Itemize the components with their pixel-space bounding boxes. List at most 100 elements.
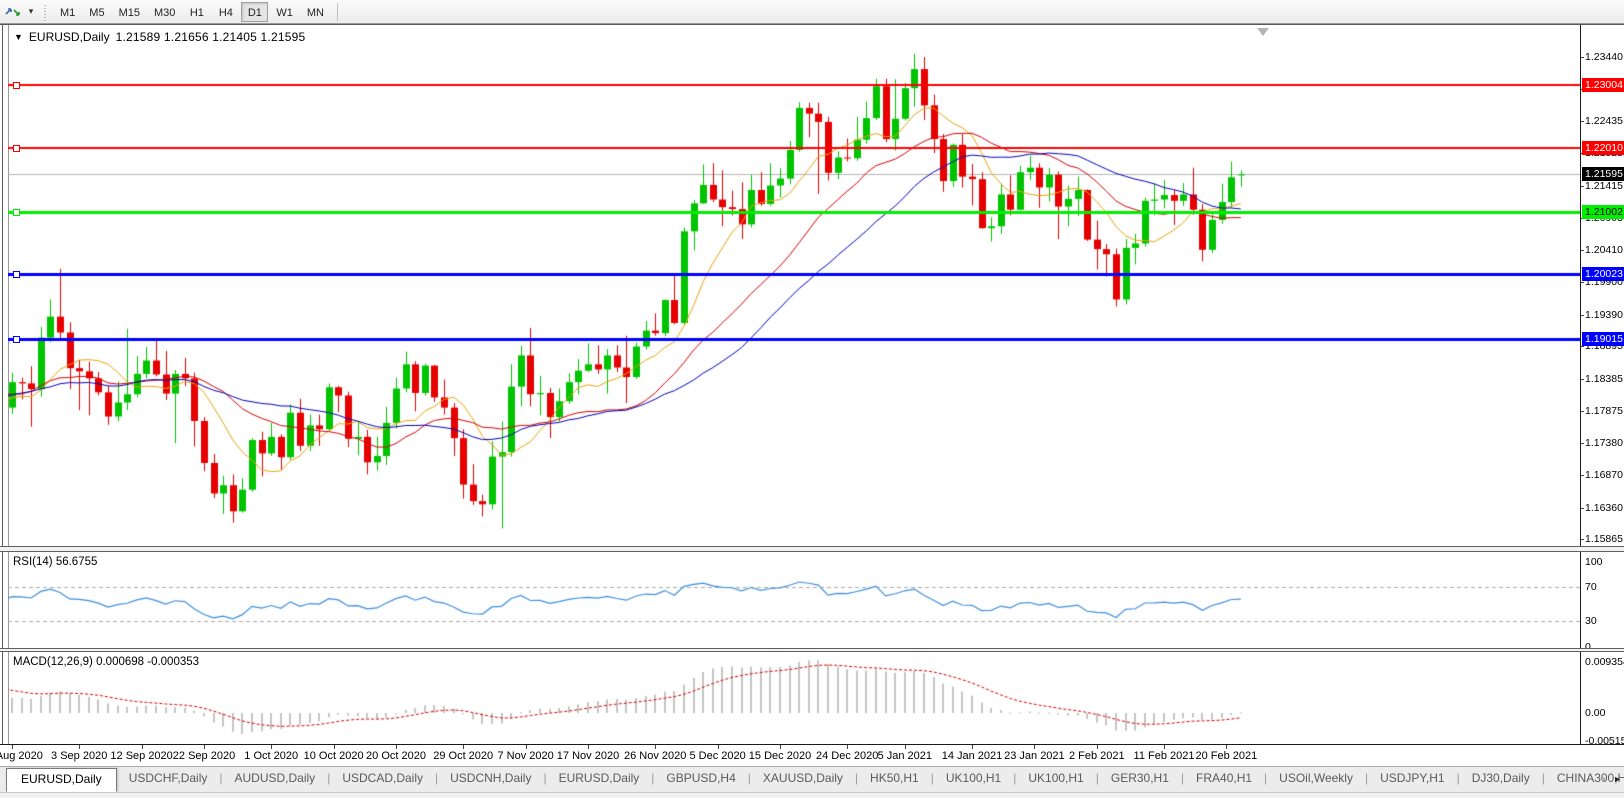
rsi-level-label: 100: [1585, 556, 1603, 568]
price-axis[interactable]: 1.234401.229301.224351.219251.214151.209…: [1580, 25, 1624, 744]
hline-handle[interactable]: [13, 336, 20, 343]
window-menu-icon[interactable]: ▼: [14, 32, 23, 42]
date-tick-label: 10 Oct 2020: [304, 750, 364, 762]
date-tick-mark: [526, 745, 527, 749]
chart-tab-gbpusd-h4[interactable]: GBPUSD,H4: [654, 767, 747, 790]
period-button-h4[interactable]: H4: [212, 2, 239, 22]
date-tick-label: 7 Nov 2020: [497, 750, 553, 762]
date-tick-mark: [905, 745, 906, 749]
panel-splitter-macd[interactable]: [0, 648, 1624, 652]
chart-shift-marker-icon[interactable]: [1257, 28, 1269, 36]
chart-tab-hk50-h1[interactable]: HK50,H1: [858, 767, 931, 790]
hline-handle[interactable]: [13, 209, 20, 216]
tab-scroll-left-icon[interactable]: ◂: [1600, 774, 1605, 785]
chart-tab-ger30-h1[interactable]: GER30,H1: [1099, 767, 1181, 790]
mt4-terminal: ▾ M1M5M15M30H1H4D1W1MN ▼ EURUSD,Daily 1.…: [0, 0, 1624, 798]
price-tick-mark: [1581, 315, 1584, 316]
toolbar-separator: [337, 3, 338, 21]
price-tick-mark: [1581, 346, 1584, 347]
chart-tab-usoil-weekly[interactable]: USOil,Weekly: [1267, 767, 1365, 790]
date-tick-label: 23 Jan 2021: [1004, 750, 1065, 762]
date-tick-mark: [847, 745, 848, 749]
macd-panel-chart[interactable]: [8, 652, 1580, 744]
price-tick-mark: [1581, 443, 1584, 444]
chart-tab-fra40-h1[interactable]: FRA40,H1: [1184, 767, 1264, 790]
panel-splitter-rsi[interactable]: [0, 546, 1624, 552]
price-line-label: 1.23004: [1582, 78, 1624, 92]
chart-tab-usdjpy-h1[interactable]: USDJPY,H1: [1368, 767, 1456, 790]
date-tick-mark: [271, 745, 272, 749]
chart-windows-icon[interactable]: [2, 2, 24, 22]
date-tick-label: 12 Sep 2020: [110, 750, 172, 762]
price-tick-label: 1.17380: [1585, 437, 1623, 449]
price-line-label: 1.21595: [1582, 167, 1624, 181]
date-tick-mark: [718, 745, 719, 749]
rsi-level-label: 70: [1585, 581, 1597, 593]
date-tick-mark: [12, 745, 13, 749]
date-tick-mark: [655, 745, 656, 749]
rsi-panel-chart[interactable]: [8, 552, 1580, 648]
hline-handle[interactable]: [13, 271, 20, 278]
period-button-w1[interactable]: W1: [270, 2, 299, 22]
date-tick-mark: [334, 745, 335, 749]
tab-scroll-buttons: ◂ ▸: [1600, 774, 1620, 785]
price-line-label: 1.22010: [1582, 141, 1624, 155]
chart-ohlc-quote: 1.21589 1.21656 1.21405 1.21595: [116, 30, 306, 44]
price-tick-label: 1.21415: [1585, 180, 1623, 192]
date-tick-mark: [396, 745, 397, 749]
price-tick-label: 1.16870: [1585, 469, 1623, 481]
price-tick-mark: [1581, 379, 1584, 380]
chart-tab-uk100-h1[interactable]: UK100,H1: [934, 767, 1013, 790]
timeframe-toolbar: ▾ M1M5M15M30H1H4D1W1MN: [0, 0, 1624, 24]
date-tick-mark: [972, 745, 973, 749]
period-button-d1[interactable]: D1: [241, 2, 268, 22]
date-tick-label: 22 Sep 2020: [173, 750, 235, 762]
rsi-level-label: 30: [1585, 615, 1597, 627]
price-tick-mark: [1581, 121, 1584, 122]
period-button-m1[interactable]: M1: [54, 2, 81, 22]
hline-handle[interactable]: [13, 145, 20, 152]
date-tick-mark: [780, 745, 781, 749]
chart-tab-eurusd-daily[interactable]: EURUSD,Daily: [6, 768, 117, 792]
date-tick-mark: [1097, 745, 1098, 749]
chevron-down-icon[interactable]: ▾: [24, 6, 38, 17]
chart-tab-xauusd-daily[interactable]: XAUUSD,Daily: [751, 767, 855, 790]
tab-scroll-right-icon[interactable]: ▸: [1615, 774, 1620, 785]
hline-handle[interactable]: [13, 82, 20, 89]
date-tick-label: 26 Nov 2020: [624, 750, 686, 762]
chart-tab-dj30-daily[interactable]: DJ30,Daily: [1460, 767, 1542, 790]
date-tick-label: 29 Oct 2020: [433, 750, 493, 762]
chart-tab-audusd-daily[interactable]: AUDUSD,Daily: [223, 767, 328, 790]
toolbar-grip[interactable]: [42, 3, 49, 21]
main-price-chart[interactable]: [8, 25, 1580, 546]
chart-tab-usdcnh-daily[interactable]: USDCNH,Daily: [438, 767, 543, 790]
date-tick-label: 3 Sep 2020: [51, 750, 107, 762]
price-tick-label: 1.23440: [1585, 51, 1623, 63]
chart-tab-eurusd-daily[interactable]: EURUSD,Daily: [547, 767, 652, 790]
chart-title: ▼ EURUSD,Daily 1.21589 1.21656 1.21405 1…: [14, 30, 305, 44]
period-button-m5[interactable]: M5: [83, 2, 110, 22]
date-tick-label: 20 Feb 2021: [1196, 750, 1258, 762]
price-tick-mark: [1581, 282, 1584, 283]
date-tick-mark: [588, 745, 589, 749]
price-tick-mark: [1581, 475, 1584, 476]
date-tick-label: 17 Nov 2020: [557, 750, 619, 762]
date-axis[interactable]: 25 Aug 20203 Sep 202012 Sep 202022 Sep 2…: [0, 744, 1624, 766]
date-tick-mark: [1226, 745, 1227, 749]
period-button-mn[interactable]: MN: [301, 2, 330, 22]
chart-tab-uk100-h1[interactable]: UK100,H1: [1016, 767, 1095, 790]
period-button-m15[interactable]: M15: [113, 2, 146, 22]
price-tick-label: 1.16360: [1585, 502, 1623, 514]
date-tick-mark: [142, 745, 143, 749]
date-tick-label: 1 Oct 2020: [244, 750, 298, 762]
price-line-label: 1.19015: [1582, 332, 1624, 346]
period-button-m30[interactable]: M30: [148, 2, 181, 22]
chart-tab-usdcad-daily[interactable]: USDCAD,Daily: [330, 767, 435, 790]
price-tick-label: 1.19390: [1585, 309, 1623, 321]
period-button-h1[interactable]: H1: [183, 2, 210, 22]
date-tick-mark: [79, 745, 80, 749]
period-buttons: M1M5M15M30H1H4D1W1MN: [53, 0, 331, 23]
price-line-label: 1.21002: [1582, 205, 1624, 219]
chart-tab-usdchf-daily[interactable]: USDCHF,Daily: [117, 767, 220, 790]
date-tick-label: 11 Feb 2021: [1134, 750, 1195, 762]
